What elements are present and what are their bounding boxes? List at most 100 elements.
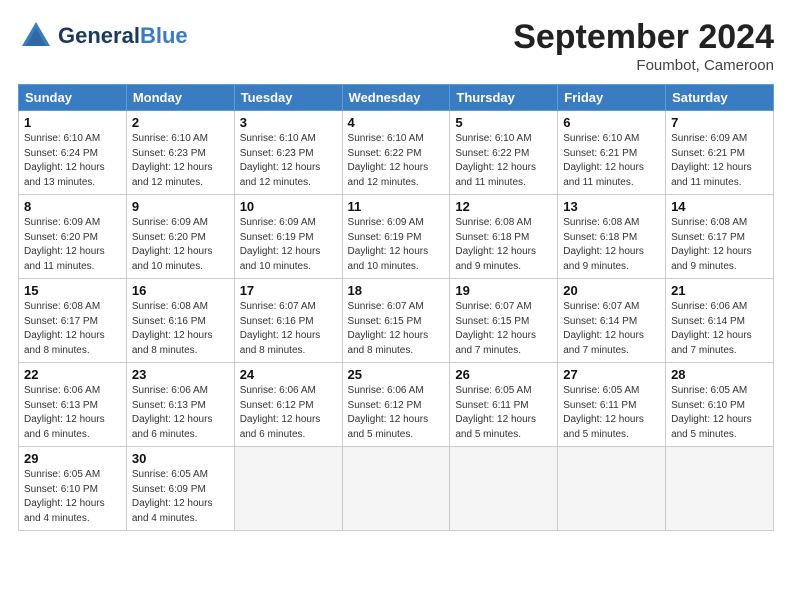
calendar-week-3: 15Sunrise: 6:08 AM Sunset: 6:17 PM Dayli… (19, 279, 774, 363)
calendar-cell: 23Sunrise: 6:06 AM Sunset: 6:13 PM Dayli… (126, 363, 234, 447)
calendar-cell (558, 447, 666, 531)
col-header-wednesday: Wednesday (342, 85, 450, 111)
calendar-cell: 14Sunrise: 6:08 AM Sunset: 6:17 PM Dayli… (666, 195, 774, 279)
calendar-cell: 12 Sunrise: 6:08 AM Sunset: 6:18 PM Dayli… (450, 195, 558, 279)
calendar-cell: 17 Sunrise: 6:07 AM Sunset: 6:16 PM Dayli… (234, 279, 342, 363)
day-number: 26 (455, 367, 552, 382)
day-info: Sunrise: 6:10 AM Sunset: 6:24 PM Dayligh… (24, 132, 121, 190)
calendar-cell: 25Sunrise: 6:06 AM Sunset: 6:12 PM Dayli… (342, 363, 450, 447)
calendar-cell (666, 447, 774, 531)
calendar-header-row: SundayMondayTuesdayWednesdayThursdayFrid… (19, 85, 774, 111)
day-number: 13 (563, 199, 660, 214)
day-number: 30 (132, 451, 229, 466)
calendar-cell: 2Sunrise: 6:10 AM Sunset: 6:23 PM Daylig… (126, 111, 234, 195)
day-info: Sunrise: 6:08 AM Sunset: 6:18 PM Dayligh… (563, 216, 660, 274)
calendar-cell: 11 Sunrise: 6:09 AM Sunset: 6:19 PM Dayli… (342, 195, 450, 279)
day-number: 1 (24, 115, 121, 130)
day-info: Sunrise: 6:06 AM Sunset: 6:14 PM Dayligh… (671, 300, 768, 358)
day-info: Sunrise: 6:09 AM Sunset: 6:20 PM Dayligh… (24, 216, 121, 274)
logo-text: GeneralBlue (58, 23, 188, 49)
location: Foumbot, Cameroon (513, 57, 774, 74)
day-info: Sunrise: 6:09 AM Sunset: 6:19 PM Dayligh… (348, 216, 445, 274)
calendar-cell: 18Sunrise: 6:07 AM Sunset: 6:15 PM Dayli… (342, 279, 450, 363)
calendar-cell: 26 Sunrise: 6:05 AM Sunset: 6:11 PM Dayli… (450, 363, 558, 447)
logo-icon (18, 18, 54, 54)
day-info: Sunrise: 6:07 AM Sunset: 6:14 PM Dayligh… (563, 300, 660, 358)
day-info: Sunrise: 6:05 AM Sunset: 6:10 PM Dayligh… (24, 468, 121, 526)
calendar-cell: 20 Sunrise: 6:07 AM Sunset: 6:14 PM Dayli… (558, 279, 666, 363)
day-info: Sunrise: 6:05 AM Sunset: 6:11 PM Dayligh… (455, 384, 552, 442)
day-number: 12 (455, 199, 552, 214)
calendar-cell: 27 Sunrise: 6:05 AM Sunset: 6:11 PM Dayli… (558, 363, 666, 447)
calendar-week-1: 1 Sunrise: 6:10 AM Sunset: 6:24 PM Daylig… (19, 111, 774, 195)
day-info: Sunrise: 6:10 AM Sunset: 6:22 PM Dayligh… (455, 132, 552, 190)
page: GeneralBlue September 2024 Foumbot, Came… (0, 0, 792, 541)
calendar-cell: 9 Sunrise: 6:09 AM Sunset: 6:20 PM Daylig… (126, 195, 234, 279)
day-info: Sunrise: 6:07 AM Sunset: 6:16 PM Dayligh… (240, 300, 337, 358)
calendar-cell (342, 447, 450, 531)
logo: GeneralBlue (18, 18, 188, 54)
day-info: Sunrise: 6:06 AM Sunset: 6:12 PM Dayligh… (348, 384, 445, 442)
calendar-cell: 19 Sunrise: 6:07 AM Sunset: 6:15 PM Dayli… (450, 279, 558, 363)
day-number: 17 (240, 283, 337, 298)
day-number: 21 (671, 283, 768, 298)
day-info: Sunrise: 6:05 AM Sunset: 6:11 PM Dayligh… (563, 384, 660, 442)
day-number: 11 (348, 199, 445, 214)
day-number: 2 (132, 115, 229, 130)
header: GeneralBlue September 2024 Foumbot, Came… (18, 18, 774, 74)
day-info: Sunrise: 6:06 AM Sunset: 6:13 PM Dayligh… (132, 384, 229, 442)
col-header-thursday: Thursday (450, 85, 558, 111)
calendar-cell: 21 Sunrise: 6:06 AM Sunset: 6:14 PM Dayli… (666, 279, 774, 363)
calendar-cell: 24Sunrise: 6:06 AM Sunset: 6:12 PM Dayli… (234, 363, 342, 447)
title-block: September 2024 Foumbot, Cameroon (513, 18, 774, 74)
calendar-cell: 16Sunrise: 6:08 AM Sunset: 6:16 PM Dayli… (126, 279, 234, 363)
calendar-cell: 6Sunrise: 6:10 AM Sunset: 6:21 PM Daylig… (558, 111, 666, 195)
calendar: SundayMondayTuesdayWednesdayThursdayFrid… (18, 84, 774, 531)
calendar-cell: 28 Sunrise: 6:05 AM Sunset: 6:10 PM Dayli… (666, 363, 774, 447)
day-number: 28 (671, 367, 768, 382)
calendar-cell: 5 Sunrise: 6:10 AM Sunset: 6:22 PM Daylig… (450, 111, 558, 195)
col-header-monday: Monday (126, 85, 234, 111)
col-header-tuesday: Tuesday (234, 85, 342, 111)
day-info: Sunrise: 6:10 AM Sunset: 6:23 PM Dayligh… (240, 132, 337, 190)
col-header-saturday: Saturday (666, 85, 774, 111)
day-number: 19 (455, 283, 552, 298)
day-info: Sunrise: 6:05 AM Sunset: 6:09 PM Dayligh… (132, 468, 229, 526)
calendar-week-4: 22Sunrise: 6:06 AM Sunset: 6:13 PM Dayli… (19, 363, 774, 447)
day-number: 10 (240, 199, 337, 214)
day-info: Sunrise: 6:07 AM Sunset: 6:15 PM Dayligh… (348, 300, 445, 358)
calendar-cell: 13 Sunrise: 6:08 AM Sunset: 6:18 PM Dayli… (558, 195, 666, 279)
col-header-sunday: Sunday (19, 85, 127, 111)
day-info: Sunrise: 6:07 AM Sunset: 6:15 PM Dayligh… (455, 300, 552, 358)
day-number: 8 (24, 199, 121, 214)
calendar-cell (450, 447, 558, 531)
day-info: Sunrise: 6:09 AM Sunset: 6:20 PM Dayligh… (132, 216, 229, 274)
month-title: September 2024 (513, 18, 774, 57)
day-number: 3 (240, 115, 337, 130)
calendar-cell: 10 Sunrise: 6:09 AM Sunset: 6:19 PM Dayli… (234, 195, 342, 279)
day-number: 5 (455, 115, 552, 130)
calendar-cell: 30 Sunrise: 6:05 AM Sunset: 6:09 PM Dayli… (126, 447, 234, 531)
calendar-cell (234, 447, 342, 531)
day-info: Sunrise: 6:09 AM Sunset: 6:19 PM Dayligh… (240, 216, 337, 274)
day-number: 4 (348, 115, 445, 130)
calendar-cell: 3 Sunrise: 6:10 AM Sunset: 6:23 PM Daylig… (234, 111, 342, 195)
calendar-cell: 15Sunrise: 6:08 AM Sunset: 6:17 PM Dayli… (19, 279, 127, 363)
day-number: 14 (671, 199, 768, 214)
day-number: 24 (240, 367, 337, 382)
day-number: 27 (563, 367, 660, 382)
day-info: Sunrise: 6:08 AM Sunset: 6:18 PM Dayligh… (455, 216, 552, 274)
day-info: Sunrise: 6:05 AM Sunset: 6:10 PM Dayligh… (671, 384, 768, 442)
calendar-cell: 22Sunrise: 6:06 AM Sunset: 6:13 PM Dayli… (19, 363, 127, 447)
calendar-cell: 8 Sunrise: 6:09 AM Sunset: 6:20 PM Daylig… (19, 195, 127, 279)
calendar-week-2: 8 Sunrise: 6:09 AM Sunset: 6:20 PM Daylig… (19, 195, 774, 279)
day-info: Sunrise: 6:08 AM Sunset: 6:16 PM Dayligh… (132, 300, 229, 358)
day-number: 29 (24, 451, 121, 466)
day-number: 7 (671, 115, 768, 130)
day-number: 20 (563, 283, 660, 298)
day-number: 9 (132, 199, 229, 214)
calendar-week-5: 29 Sunrise: 6:05 AM Sunset: 6:10 PM Dayli… (19, 447, 774, 531)
calendar-cell: 29 Sunrise: 6:05 AM Sunset: 6:10 PM Dayli… (19, 447, 127, 531)
day-info: Sunrise: 6:06 AM Sunset: 6:13 PM Dayligh… (24, 384, 121, 442)
day-number: 6 (563, 115, 660, 130)
